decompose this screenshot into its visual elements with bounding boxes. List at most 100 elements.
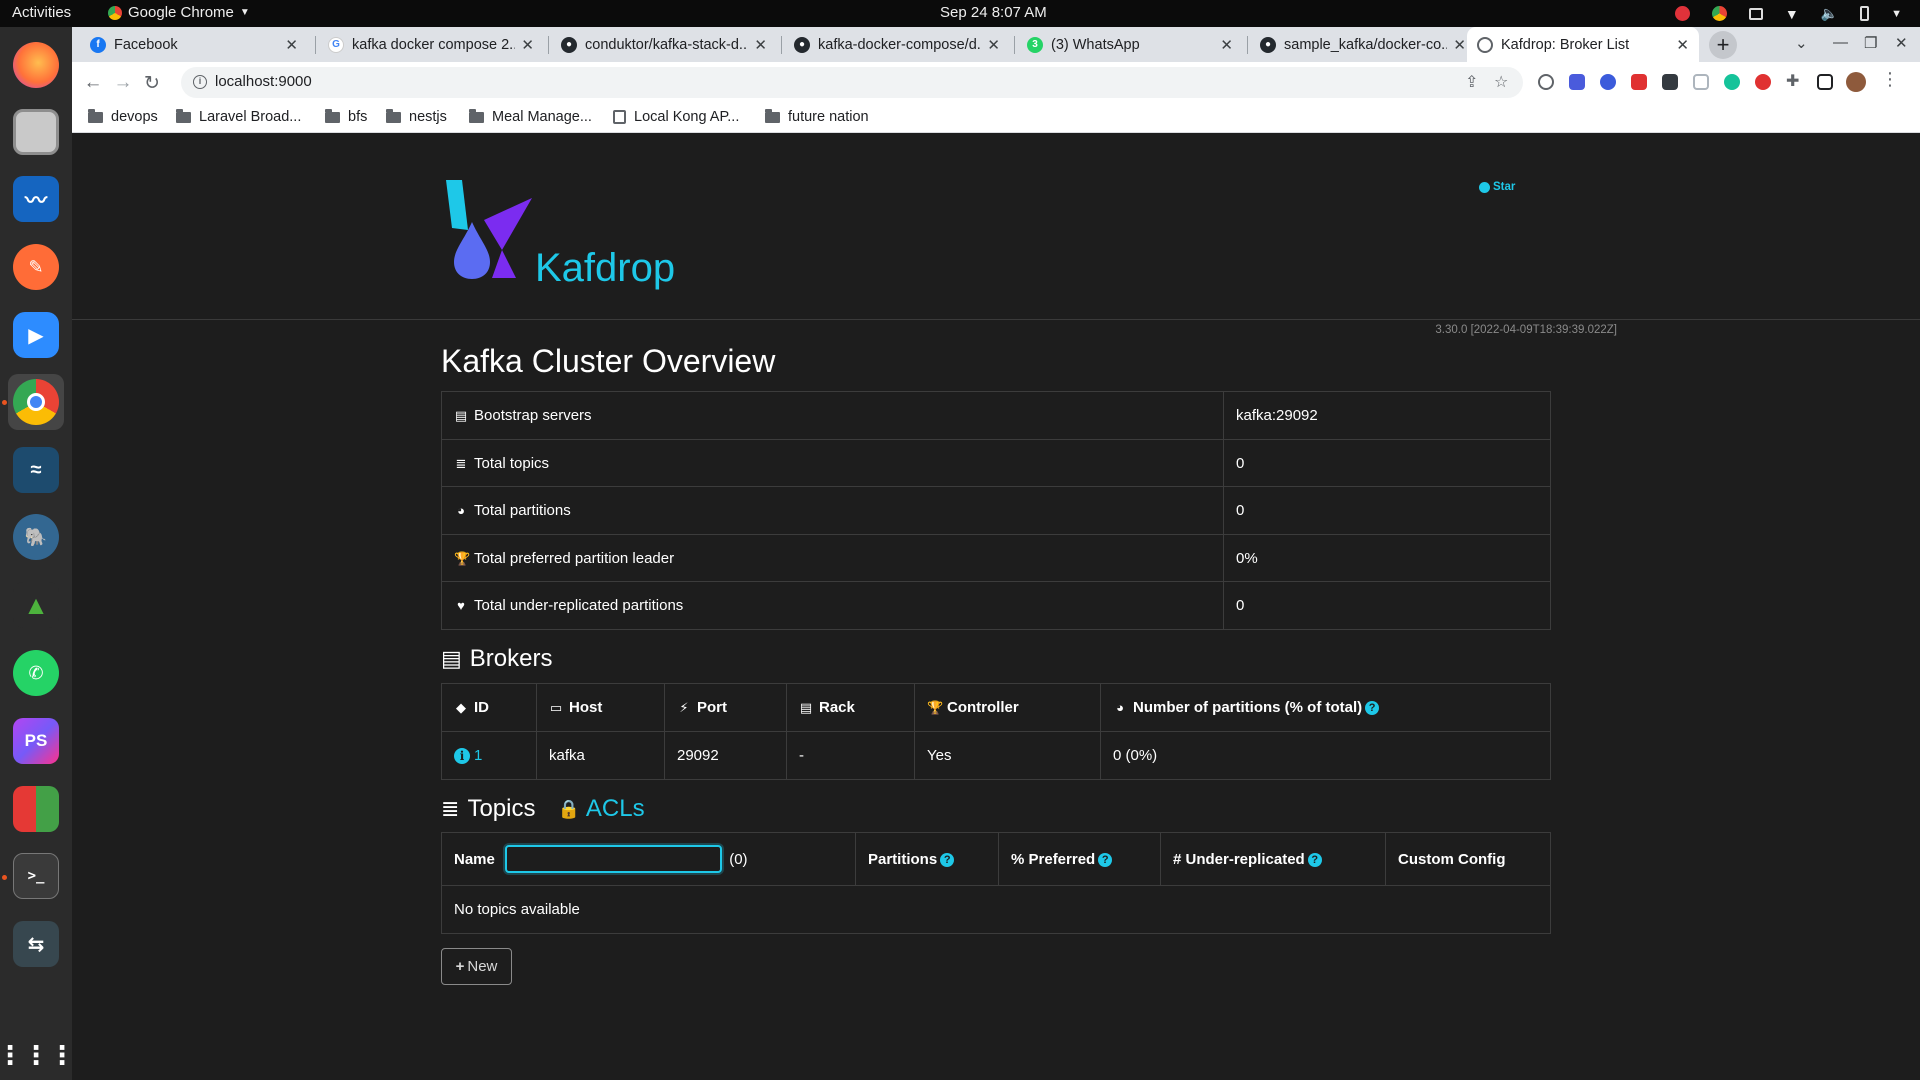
dock-remote-desktop[interactable]: ⇆: [8, 916, 64, 972]
reload-button[interactable]: ↻: [140, 71, 164, 95]
chrome-tray-icon[interactable]: [1711, 6, 1727, 21]
kafdrop-brand-title[interactable]: Kafdrop: [535, 246, 675, 291]
new-tab-button[interactable]: +: [1709, 31, 1737, 59]
bookmark-meal-manage[interactable]: Meal Manage...: [469, 108, 592, 125]
tab-google-search[interactable]: G kafka docker compose 2... ✕: [318, 27, 544, 62]
tab-github-conduktor[interactable]: ● conduktor/kafka-stack-d... ✕: [551, 27, 777, 62]
clock[interactable]: Sep 24 8:07 AM: [940, 4, 1047, 21]
dock-mongodb-compass[interactable]: ▲: [8, 577, 64, 633]
address-bar-url[interactable]: localhost:9000: [215, 73, 312, 90]
broker-id-link[interactable]: i1: [454, 747, 482, 764]
new-topic-button[interactable]: + New: [441, 948, 512, 985]
tab-separator: [548, 36, 549, 54]
dock-postman[interactable]: ✎: [8, 239, 64, 295]
tab-facebook[interactable]: f Facebook ✕: [80, 27, 308, 62]
bookmark-star-icon[interactable]: ☆: [1494, 72, 1508, 92]
minimize-button[interactable]: —: [1833, 34, 1848, 51]
help-icon[interactable]: ?: [1365, 701, 1380, 715]
close-icon[interactable]: ✕: [987, 36, 1000, 54]
help-icon[interactable]: ?: [1098, 852, 1113, 867]
volume-icon[interactable]: 🔈: [1821, 5, 1838, 22]
wifi-icon[interactable]: ▼: [1785, 6, 1799, 22]
column-header-host[interactable]: ▭ Host: [536, 683, 665, 732]
tab-github-sample-kafka[interactable]: ● sample_kafka/docker-co... ✕: [1250, 27, 1476, 62]
tab-whatsapp[interactable]: 3 (3) WhatsApp ✕: [1017, 27, 1243, 62]
close-icon[interactable]: ✕: [521, 36, 534, 54]
column-header-id[interactable]: ◆ ID: [441, 683, 537, 732]
side-panel-icon[interactable]: [1817, 74, 1833, 90]
puzzle-extensions-icon[interactable]: ✚: [1786, 71, 1802, 90]
site-info-icon[interactable]: i: [193, 75, 207, 89]
help-icon[interactable]: ?: [940, 852, 955, 867]
shield-extension-icon[interactable]: [1693, 74, 1709, 90]
tab-title: kafka-docker-compose/d...: [818, 36, 982, 53]
column-header-rack[interactable]: ▤ Rack: [786, 683, 915, 732]
close-icon[interactable]: ✕: [754, 36, 767, 54]
battery-icon[interactable]: [1860, 6, 1870, 21]
column-header-partitions[interactable]: ◕ Number of partitions (% of total)?: [1100, 683, 1551, 732]
close-icon[interactable]: ✕: [285, 36, 298, 54]
forward-button[interactable]: →: [111, 71, 135, 95]
close-icon[interactable]: ✕: [1220, 36, 1233, 54]
profile-avatar[interactable]: [1846, 72, 1866, 92]
power-menu-icon[interactable]: ▼: [1891, 8, 1902, 20]
acls-link[interactable]: 🔒 ACLs: [557, 795, 644, 823]
column-header-preferred[interactable]: % Preferred?: [998, 832, 1161, 886]
tab-separator: [1014, 36, 1015, 54]
address-bar[interactable]: i localhost:9000 ⇪ ☆: [181, 67, 1523, 98]
system-tray[interactable]: ▼ 🔈 ▼: [1674, 5, 1902, 22]
dock-phpstorm[interactable]: PS: [8, 713, 64, 769]
tab-search-chevron-icon[interactable]: ⌄: [1795, 34, 1808, 52]
back-button[interactable]: ←: [81, 71, 105, 95]
show-applications-button[interactable]: ⋮⋮⋮: [0, 1027, 75, 1080]
dock-zoom[interactable]: ▶: [8, 307, 64, 363]
extension-icon[interactable]: [1755, 74, 1771, 90]
column-header-controller[interactable]: 🏆 Controller: [914, 683, 1101, 732]
column-header-custom-config[interactable]: Custom Config: [1385, 832, 1551, 886]
close-icon[interactable]: ✕: [1453, 36, 1466, 54]
tab-github-kafka-docker-compose[interactable]: ● kafka-docker-compose/d... ✕: [784, 27, 1010, 62]
extension-icon[interactable]: [1538, 74, 1554, 90]
bookmark-laravel-broad[interactable]: Laravel Broad...: [176, 108, 301, 125]
dock-system-monitor[interactable]: 〰: [8, 171, 64, 227]
grammarly-icon[interactable]: [1724, 74, 1740, 90]
bookmark-devops[interactable]: devops: [88, 108, 158, 125]
app-menu[interactable]: Google Chrome ▼: [108, 4, 250, 21]
extension-icon[interactable]: [1600, 74, 1616, 90]
share-icon[interactable]: ⇪: [1465, 72, 1478, 92]
dock-files[interactable]: [8, 104, 64, 160]
github-star-button[interactable]: Star: [1479, 181, 1515, 193]
dock-firefox[interactable]: [8, 37, 64, 93]
close-icon[interactable]: ✕: [1676, 36, 1689, 54]
translate-extension-icon[interactable]: [1569, 74, 1585, 90]
bookmark-bfs[interactable]: bfs: [325, 108, 367, 125]
dock-pgadmin[interactable]: 🐘: [8, 509, 64, 565]
tab-kafdrop-active[interactable]: Kafdrop: Broker List ✕: [1467, 27, 1699, 62]
bookmark-future-nation[interactable]: future nation: [765, 108, 869, 125]
topic-name-filter-input[interactable]: [505, 845, 723, 873]
postgresql-elephant-icon: 🐘: [13, 514, 59, 560]
dock-chrome[interactable]: [8, 374, 64, 430]
dock-terminal[interactable]: >_: [8, 848, 64, 904]
pie-chart-icon: ◕: [457, 503, 465, 518]
extension-icon[interactable]: [1631, 74, 1647, 90]
dock-office[interactable]: [8, 781, 64, 837]
activities-button[interactable]: Activities: [12, 4, 71, 21]
screens-icon[interactable]: [1748, 7, 1763, 20]
bookmark-local-kong-api[interactable]: Local Kong AP...: [613, 109, 739, 125]
kebab-menu-icon[interactable]: ⋮: [1881, 69, 1899, 89]
tab-title: (3) WhatsApp: [1051, 36, 1140, 53]
dock-whatsapp[interactable]: ✆: [8, 645, 64, 701]
bookmark-nestjs[interactable]: nestjs: [386, 108, 447, 125]
column-header-port[interactable]: ⚡ Port: [664, 683, 787, 732]
column-header-partitions[interactable]: Partitions?: [855, 832, 999, 886]
extension-icon[interactable]: [1662, 74, 1678, 90]
column-header-under-replicated[interactable]: # Under-replicated?: [1160, 832, 1386, 886]
help-icon[interactable]: ?: [1307, 852, 1322, 867]
close-window-button[interactable]: ✕: [1895, 34, 1908, 52]
restore-button[interactable]: ❐: [1864, 34, 1877, 52]
dock-mysql-workbench[interactable]: ≈: [8, 442, 64, 498]
postman-icon: ✎: [13, 244, 59, 290]
do-not-disturb-icon[interactable]: [1674, 6, 1690, 21]
browser-toolbar: ← → ↻ i localhost:9000 ⇪ ☆ ✚ ⋮: [72, 62, 1920, 103]
